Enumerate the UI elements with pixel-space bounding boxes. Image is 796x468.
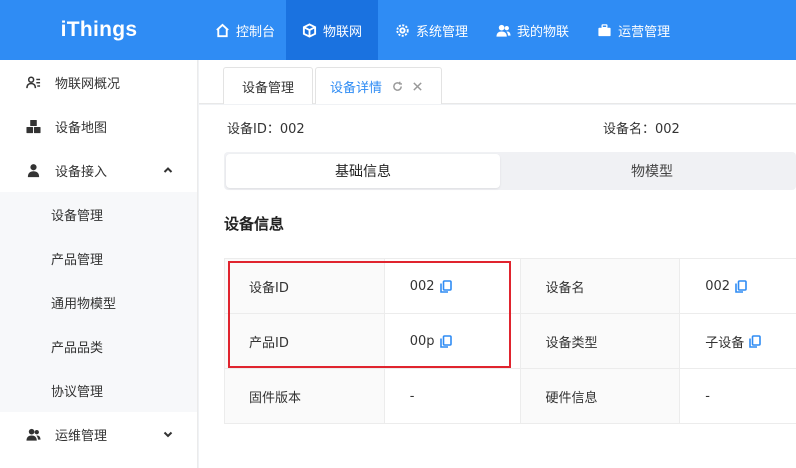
topnav-label: 运营管理 [618,24,671,40]
device-name-meta: 设备名：002 [603,118,680,137]
sidebar: 物联网概况 设备地图 设备接入 设备管理 产品管理 通用物模型 产品品类 协议管… [0,60,198,468]
table-row: 产品ID 00p 设备类型 子设备 [225,314,796,369]
section-title: 设备信息 [224,215,285,233]
value-text: 子设备 [705,335,745,351]
detail-segment-control: 基础信息 物模型 [224,152,796,190]
top-nav: 控制台 物联网 系统管理 我的物联 运营管理 [198,0,681,60]
value-firmware-version: - [385,369,522,423]
label-firmware-version: 固件版本 [225,369,385,423]
cube-icon [302,22,317,38]
close-icon[interactable] [412,81,423,92]
device-info-table: 设备ID 002 设备名 002 产品ID 00p 设备类型 子设备 固件版本 … [224,258,796,424]
value-text: 002 [705,278,731,294]
topnav-item-my-iot[interactable]: 我的物联 [479,0,580,60]
cubes-icon [26,119,41,133]
value-device-type: 子设备 [680,314,796,368]
device-id-meta-label: 设备ID： [227,122,280,137]
users-icon [26,428,41,441]
topnav-label: 我的物联 [517,24,570,40]
label-product-id: 产品ID [225,314,385,368]
value-text: 00p [409,333,435,349]
device-id-meta-value: 002 [279,122,305,137]
value-product-id: 00p [385,314,522,368]
topnav-item-console[interactable]: 控制台 [198,0,286,60]
user-icon [27,163,40,177]
topnav-item-system[interactable]: 系统管理 [378,0,479,60]
sidebar-item-device-map[interactable]: 设备地图 [0,104,197,148]
copy-icon[interactable] [439,279,452,293]
sidebar-subitem-product-category[interactable]: 产品品类 [0,324,197,368]
sidebar-subitem-protocol-management[interactable]: 协议管理 [0,368,197,412]
sidebar-item-label: 物联网概况 [55,76,121,92]
sidebar-subitem-common-thing-model[interactable]: 通用物模型 [0,280,197,324]
value-device-id: 002 [385,259,522,313]
sidebar-item-device-access[interactable]: 设备接入 [0,148,197,192]
top-header: iThings 控制台 物联网 系统管理 我的物联 运营管理 [0,0,796,60]
refresh-icon[interactable] [392,81,403,92]
value-device-name: 002 [680,259,796,313]
users-icon [496,24,511,37]
main-content: 设备ID：002 设备名：002 基础信息 物模型 设备信息 设备ID 002 … [199,105,796,468]
device-name-meta-value: 002 [655,122,680,137]
copy-icon[interactable] [735,279,747,293]
sidebar-item-label: 设备接入 [55,164,108,180]
tab-device-detail[interactable]: 设备详情 [315,67,442,104]
tab-device-management[interactable]: 设备管理 [223,67,313,104]
label-hardware-info: 硬件信息 [521,369,681,423]
user-list-icon [26,76,41,88]
page-tabs-bar: 设备管理 设备详情 [199,60,796,104]
briefcase-icon [598,23,611,36]
tab-label: 设备详情 [330,80,383,96]
label-device-type: 设备类型 [521,314,681,368]
sidebar-submenu: 设备管理 产品管理 通用物模型 产品品类 协议管理 [0,192,197,412]
chevron-up-icon [163,167,173,173]
sidebar-subitem-product-management[interactable]: 产品管理 [0,236,197,280]
device-name-meta-label: 设备名： [603,122,656,137]
topnav-label: 系统管理 [416,24,469,40]
device-id-meta: 设备ID：002 [227,118,305,137]
topnav-label: 控制台 [236,24,276,40]
sidebar-item-label: 设备地图 [55,120,108,136]
table-row: 固件版本 - 硬件信息 - [225,369,796,424]
topnav-item-iot[interactable]: 物联网 [286,0,379,60]
value-text: 002 [409,278,435,294]
label-device-name: 设备名 [521,259,681,313]
chevron-down-icon [163,431,173,438]
copy-icon[interactable] [439,334,452,348]
topnav-label: 物联网 [323,24,363,40]
topnav-item-operations[interactable]: 运营管理 [580,0,681,60]
app-logo[interactable]: iThings [0,0,198,60]
home-icon [216,23,229,37]
sidebar-subitem-device-management[interactable]: 设备管理 [0,192,197,236]
sidebar-item-label: 运维管理 [55,428,108,444]
value-hardware-info: - [705,388,710,404]
segment-thing-model[interactable]: 物模型 [502,154,796,188]
copy-icon[interactable] [749,334,762,348]
label-device-id: 设备ID [225,259,385,313]
segment-basic-info[interactable]: 基础信息 [226,154,500,188]
gear-icon [396,23,409,37]
table-row: 设备ID 002 设备名 002 [225,259,796,314]
sidebar-item-operations-maintenance[interactable]: 运维管理 [0,412,197,456]
sidebar-item-overview[interactable]: 物联网概况 [0,60,197,104]
tab-label: 设备管理 [241,80,294,96]
